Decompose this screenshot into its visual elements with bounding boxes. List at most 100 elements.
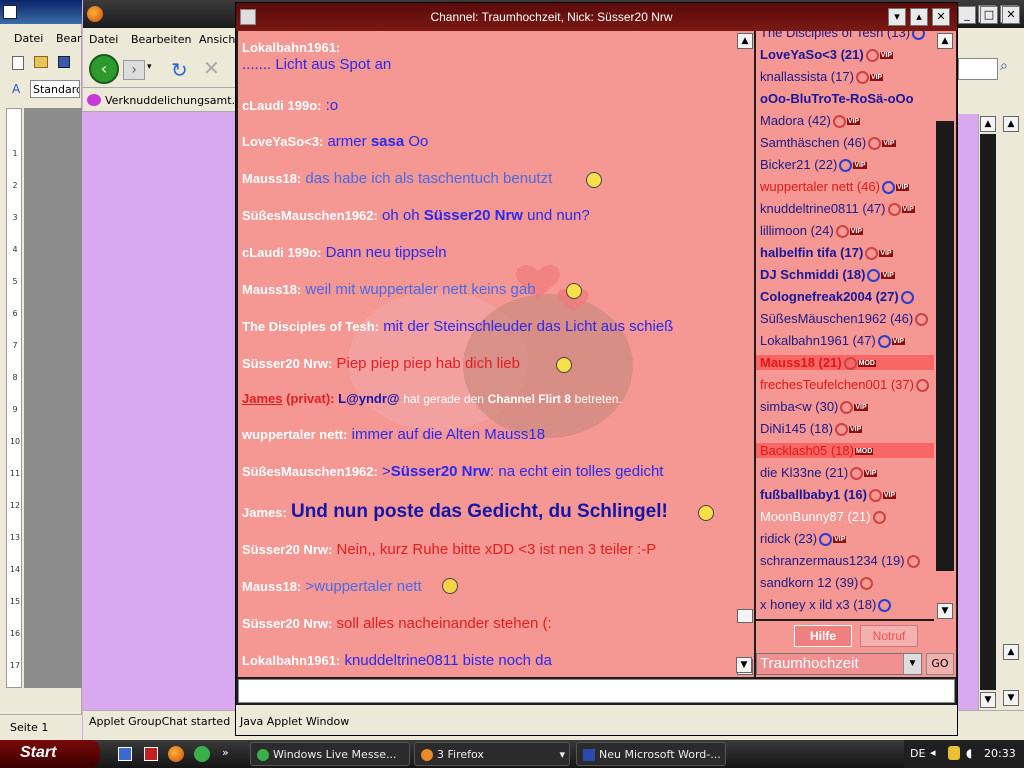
user-item[interactable]: Samthäschen (46) VIP [760, 135, 896, 151]
taskbar-item-word[interactable]: Neu Microsoft Word-... [576, 742, 726, 766]
history-dropdown-icon[interactable]: ▾ [147, 62, 152, 72]
word-menu-file[interactable]: Datei [14, 32, 43, 45]
firefox-menu-edit[interactable]: Bearbeiten [131, 33, 191, 46]
open-folder-icon[interactable] [34, 56, 48, 68]
clock[interactable]: 20:33 [984, 747, 1016, 760]
message-nick[interactable]: LoveYaSo<3: [242, 134, 323, 149]
user-item[interactable]: wuppertaler nett (46) VIP [760, 179, 910, 195]
message-nick[interactable]: Süsser20 Nrw: [242, 356, 332, 371]
user-item[interactable]: schranzermaus1234 (19) [760, 553, 920, 569]
users-scroll-up-button[interactable]: ▲ [937, 33, 953, 49]
applet-minimize-button[interactable]: ▾ [888, 8, 906, 26]
quicklaunch-app-icon[interactable] [144, 747, 158, 761]
firefox-close-button[interactable]: ✕ [1002, 6, 1020, 24]
channel-select[interactable]: Traumhochzeit ▼ [756, 653, 922, 675]
user-item[interactable]: DiNi145 (18) VIP [760, 421, 863, 437]
chat-bottom-scroll-button[interactable]: ▼ [736, 657, 752, 673]
firefox-restore-button[interactable]: □ [980, 6, 998, 24]
user-item[interactable]: Lokalbahn1961 (47) VIP [760, 333, 905, 349]
message-nick[interactable]: Lokalbahn1961: [242, 653, 340, 668]
user-item[interactable]: lillimoon (24) VIP [760, 223, 863, 239]
reload-icon[interactable]: ↻ [171, 58, 188, 82]
language-indicator[interactable]: DE [910, 747, 925, 760]
word-menu-edit[interactable]: Bear [56, 32, 82, 45]
start-button[interactable]: Start [0, 740, 100, 768]
security-shield-icon[interactable] [948, 746, 960, 760]
message-nick[interactable]: SüßesMauschen1962: [242, 464, 378, 479]
taskbar-item-firefox[interactable]: 3 Firefox ▾ [414, 742, 570, 766]
word-scroll-down-button[interactable]: ▼ [1003, 690, 1019, 706]
go-button[interactable]: GO [926, 653, 954, 675]
message-nick[interactable]: Mauss18: [242, 282, 301, 297]
quicklaunch-chevron-icon[interactable]: » [222, 746, 229, 759]
user-item[interactable]: knuddeltrine0811 (47) VIP [760, 201, 915, 217]
message-nick[interactable]: cLaudi 199o: [242, 98, 321, 113]
messenger-quicklaunch-icon[interactable] [194, 746, 210, 762]
scroll-up-button[interactable]: ▲ [980, 116, 996, 132]
user-item[interactable]: fußballbaby1 (16) VIP [760, 487, 897, 503]
message-nick[interactable]: Süsser20 Nrw: [242, 542, 332, 557]
message-nick[interactable]: SüßesMauschen1962: [242, 208, 378, 223]
firefox-minimize-button[interactable]: _ [958, 6, 976, 24]
user-item[interactable]: knallassista (17) VIP [760, 69, 884, 85]
user-item[interactable]: ridick (23) VIP [760, 531, 847, 547]
users-scroll-thumb[interactable] [936, 121, 954, 571]
user-item[interactable]: Madora (42) VIP [760, 113, 861, 129]
message-nick[interactable]: Lokalbahn1961: [242, 40, 340, 55]
word-prev-page-button[interactable]: ▲ [1003, 644, 1019, 660]
style-box[interactable]: Standard [30, 80, 80, 98]
show-desktop-icon[interactable] [118, 747, 132, 761]
message-nick[interactable]: Süsser20 Nrw: [242, 616, 332, 631]
new-document-icon[interactable] [12, 56, 24, 70]
user-item[interactable]: sandkorn 12 (39) [760, 575, 874, 591]
user-item[interactable]: oOo-BluTroTe-RoSä-oOo [760, 91, 914, 106]
user-item[interactable]: halbelfin tifa (17) VIP [760, 245, 893, 261]
chat-scroll-up-button[interactable]: ▲ [737, 33, 753, 49]
search-input[interactable] [958, 58, 998, 80]
forward-arrow-icon[interactable]: › [123, 60, 145, 80]
help-button[interactable]: Hilfe [794, 625, 852, 647]
tab-verknuddelichungsamt[interactable]: Verknuddelichungsamt... [105, 94, 242, 107]
search-icon[interactable]: ⌕ [1000, 58, 1020, 80]
private-nick-link[interactable]: James [242, 391, 282, 406]
message-nick[interactable]: Mauss18: [242, 171, 301, 186]
user-item[interactable]: Backlash05 (18) MOD [756, 443, 934, 458]
back-arrow-icon[interactable]: ‹ [89, 54, 119, 84]
firefox-menu-file[interactable]: Datei [89, 33, 118, 46]
user-item[interactable]: DJ Schmiddi (18) VIP [760, 267, 895, 283]
emergency-button[interactable]: Notruf [860, 625, 918, 647]
message-nick[interactable]: The Disciples of Tesh: [242, 319, 379, 334]
chevron-down-icon[interactable]: ▼ [903, 654, 921, 674]
join-user[interactable]: L@yndr@ [338, 391, 399, 406]
user-item[interactable]: The Disciples of Tesh (13) [760, 31, 926, 41]
tray-chevron-icon[interactable]: ◂ [930, 746, 936, 759]
chat-scrollbar[interactable]: ▲ ▼ [736, 31, 754, 677]
taskbar-item-messenger[interactable]: Windows Live Messe... [250, 742, 410, 766]
scroll-down-button[interactable]: ▼ [980, 692, 996, 708]
message-nick[interactable]: James: [242, 505, 287, 520]
word-right-scrollbar[interactable]: ▲ ▲ ▼ [998, 114, 1024, 710]
page-scrollbar[interactable]: ▲ ▼ [978, 114, 998, 710]
firefox-menu-view[interactable]: Ansicht [199, 33, 240, 46]
user-item[interactable]: x honey x ild x3 (18) [760, 597, 892, 613]
firefox-quicklaunch-icon[interactable] [168, 746, 184, 762]
users-scroll-down-button[interactable]: ▼ [937, 603, 953, 619]
user-item[interactable]: die Kl33ne (21) VIP [760, 465, 878, 481]
user-item[interactable]: SüßesMäuschen1962 (46) [760, 311, 929, 327]
applet-maximize-button[interactable]: ▴ [910, 8, 928, 26]
applet-close-button[interactable]: ✕ [932, 8, 950, 26]
user-item[interactable]: MoonBunny87 (21) [760, 509, 886, 525]
chat-message-input[interactable] [238, 679, 955, 703]
user-item[interactable]: frechesTeufelchen001 (37) [760, 377, 929, 393]
volume-icon[interactable]: ◖ [966, 746, 972, 760]
message-nick[interactable]: wuppertaler nett: [242, 427, 347, 442]
save-disk-icon[interactable] [58, 56, 70, 68]
scroll-thumb[interactable] [980, 134, 996, 690]
chat-scroll-thumb[interactable] [737, 609, 753, 623]
stop-icon[interactable]: ✕ [203, 56, 220, 80]
user-item[interactable]: LoveYaSo<3 (21) VIP [760, 47, 893, 63]
user-item-selected[interactable]: Mauss18 (21) MOD [756, 355, 934, 371]
message-nick[interactable]: Mauss18: [242, 579, 301, 594]
user-item[interactable]: simba<w (30) VIP [760, 399, 868, 415]
user-item[interactable]: Bicker21 (22) VIP [760, 157, 867, 173]
